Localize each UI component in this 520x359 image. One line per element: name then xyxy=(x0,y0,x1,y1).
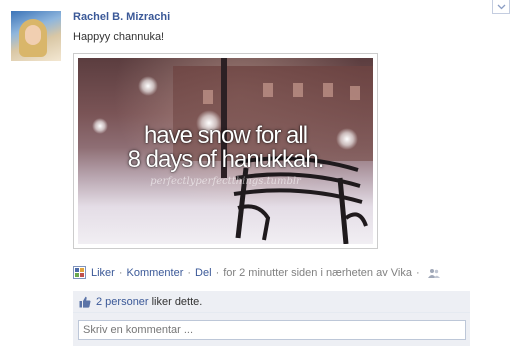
comment-input[interactable] xyxy=(78,320,466,340)
post-message: Happyy channuka! xyxy=(73,31,165,43)
post-meta[interactable]: for 2 minutter siden i nærheten av Vika xyxy=(223,267,412,279)
likers-link[interactable]: 2 personer xyxy=(96,296,149,308)
photo-window xyxy=(293,83,303,97)
post-actions: Liker · Kommenter · Del · for 2 minutter… xyxy=(73,266,440,279)
post-photo[interactable]: have snow for all 8 days of hanukkah. pe… xyxy=(73,53,378,249)
photo-window xyxy=(350,86,360,100)
app-icon xyxy=(73,266,86,279)
author-avatar[interactable] xyxy=(11,11,61,61)
photo-window xyxy=(203,90,213,104)
separator-dot: · xyxy=(215,266,220,279)
author-name-link[interactable]: Rachel B. Mizrachi xyxy=(73,11,170,23)
photo-window xyxy=(323,83,333,97)
thumbs-up-icon xyxy=(79,296,91,308)
separator-dot: · xyxy=(118,266,123,279)
photo-caption-line2: 8 days of hanukkah. xyxy=(127,146,325,173)
separator-dot: · xyxy=(187,266,192,279)
photo-image: have snow for all 8 days of hanukkah. pe… xyxy=(78,58,373,244)
likes-suffix: liker dette. xyxy=(151,295,203,308)
comment-section xyxy=(73,313,470,346)
post-options-button[interactable] xyxy=(492,0,510,14)
photo-watermark: perfectlyperfectthings.tumblr xyxy=(150,176,301,187)
likes-summary: 2 personer liker dette. xyxy=(73,291,470,313)
separator-dot: · xyxy=(415,266,420,279)
chevron-down-icon xyxy=(497,4,505,9)
photo-caption-line1: have snow for all xyxy=(143,122,308,149)
comment-link[interactable]: Kommenter xyxy=(127,267,184,279)
avatar-face xyxy=(25,25,41,45)
friends-icon[interactable] xyxy=(427,268,440,278)
like-link[interactable]: Liker xyxy=(91,267,115,279)
photo-caption: have snow for all 8 days of hanukkah. xyxy=(78,124,373,172)
share-link[interactable]: Del xyxy=(195,267,212,279)
photo-window xyxy=(263,83,273,97)
photo-lamp xyxy=(138,76,158,96)
